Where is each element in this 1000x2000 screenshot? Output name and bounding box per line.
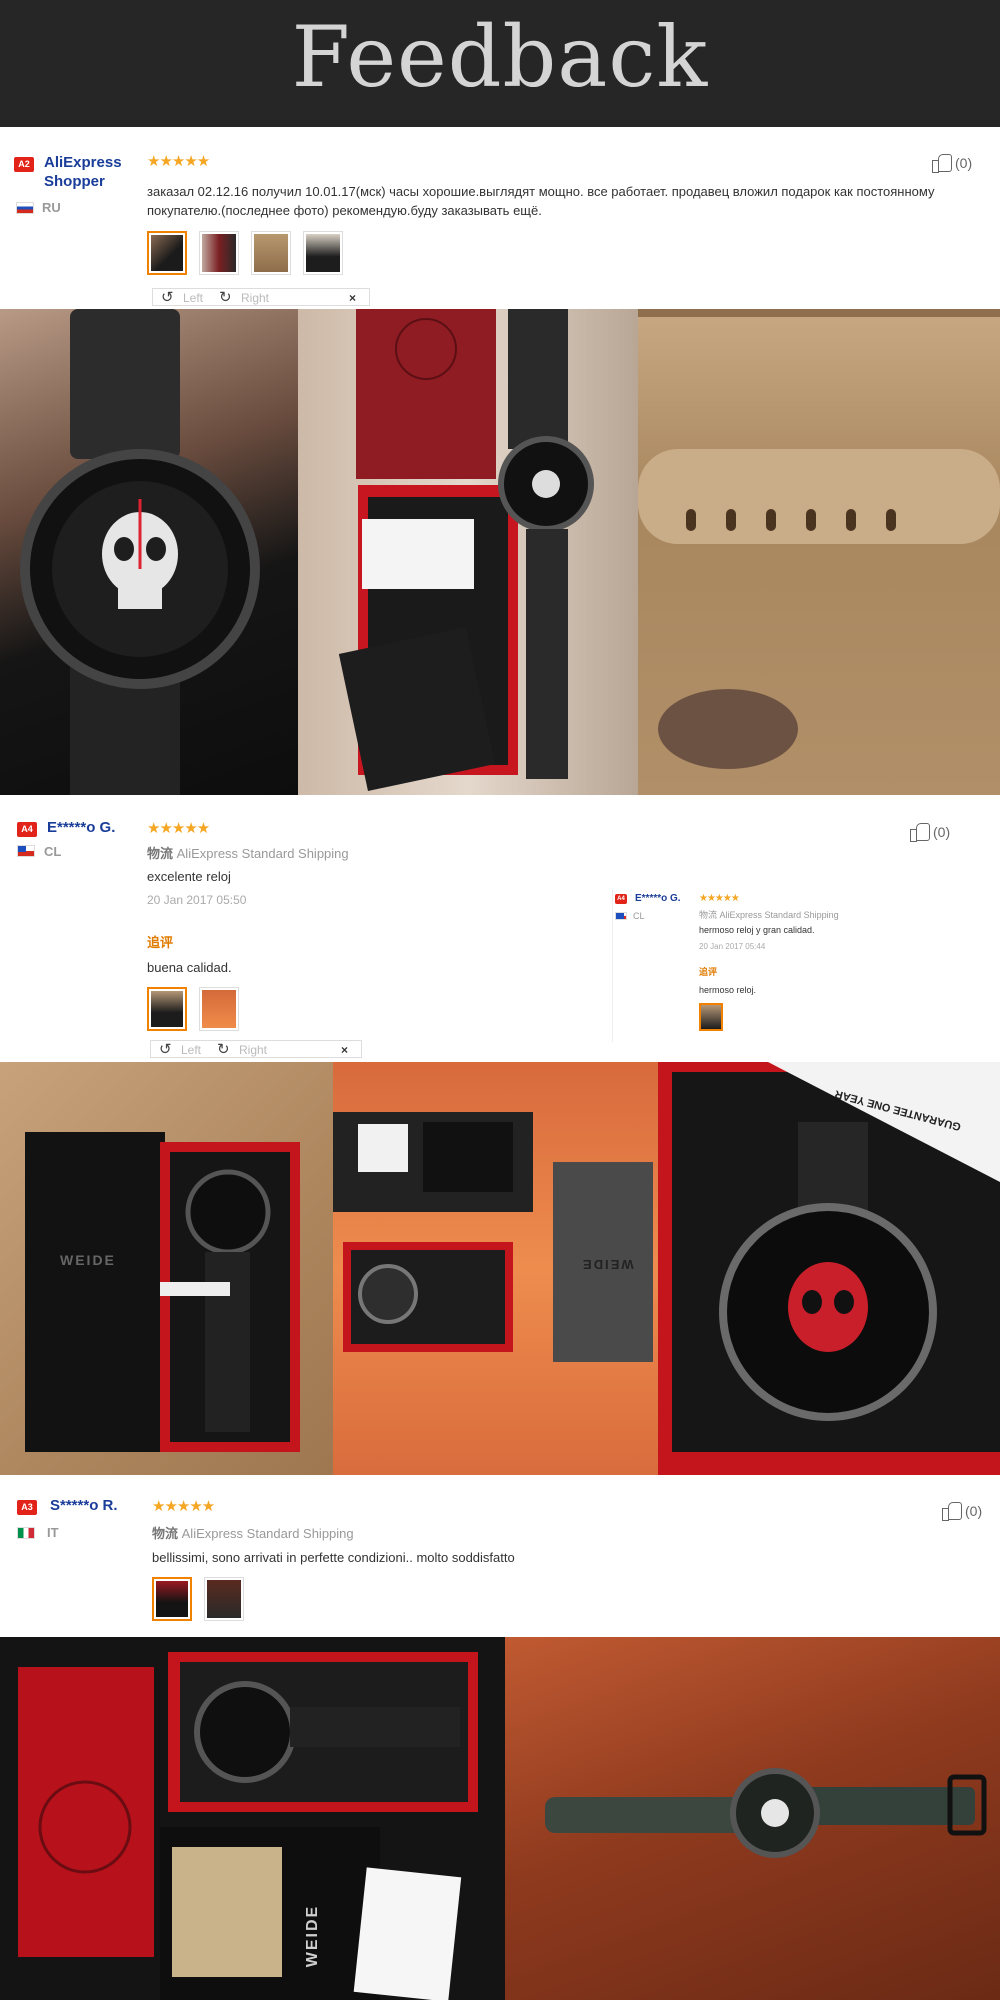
review-1: A2 AliExpress Shopper RU ★★★★★ (0) заказ…	[0, 133, 1000, 309]
thumbs-up-icon	[910, 822, 930, 842]
additional-feedback-text: buena calidad.	[147, 960, 232, 975]
review-text: excelente reloj	[147, 869, 231, 884]
additional-feedback-label: 追评	[699, 967, 718, 977]
review-photo-red-skull-watch: GUARANTEE ONE YEAR	[658, 1062, 1000, 1475]
header-title: Feedback	[291, 8, 709, 106]
review-photo-watch-on-table	[505, 1637, 1000, 2000]
additional-feedback-label: 追评	[147, 935, 174, 950]
box-brand-text: WEIDE	[304, 1904, 322, 1968]
reviewer-name[interactable]: S*****o R.	[50, 1497, 118, 1514]
rotate-left-icon[interactable]: ↺	[161, 288, 174, 306]
photo-thumbnail[interactable]	[251, 231, 291, 275]
logistics-info: 物流 AliExpress Standard Shipping	[699, 908, 839, 921]
country-flag	[17, 845, 35, 857]
rotate-right-icon[interactable]: ↻	[217, 1040, 230, 1058]
level-badge: A4	[17, 822, 37, 837]
rotate-right-label[interactable]: Right	[239, 1043, 267, 1057]
review-text: bellissimi, sono arrivati in perfette co…	[152, 1550, 515, 1565]
thumbs-up-icon	[942, 1501, 962, 1521]
review-photo-watch-in-hand	[0, 309, 298, 795]
helpful-count: (0)	[955, 155, 973, 171]
level-badge: A2	[14, 157, 34, 172]
review-photo-strap	[638, 309, 1000, 795]
logistics-value: AliExpress Standard Shipping	[181, 1526, 354, 1541]
embedded-review-screenshot: A4 E*****o G. CL ★★★★★ 物流 AliExpress Sta…	[612, 890, 1000, 1042]
country-code: RU	[42, 200, 61, 215]
logistics-value: AliExpress Standard Shipping	[176, 846, 349, 861]
reviewer-name: E*****o G.	[635, 893, 681, 904]
logistics-info: 物流 AliExpress Standard Shipping	[147, 843, 349, 862]
rating-stars: ★★★★★	[147, 820, 210, 837]
photo-thumbnails	[147, 231, 343, 275]
photo-thumbnail[interactable]	[199, 987, 239, 1031]
rotate-right-label[interactable]: Right	[241, 291, 269, 305]
rating-stars: ★★★★★	[147, 153, 210, 170]
rotate-right-icon[interactable]: ↻	[219, 288, 232, 306]
photo-thumbnail[interactable]	[147, 231, 187, 275]
box-brand-text: WEIDE	[581, 1257, 634, 1272]
close-icon[interactable]: ×	[349, 291, 356, 305]
helpful-count: (0)	[965, 1503, 983, 1519]
review-photo-box-contents: WEIDE	[333, 1062, 658, 1475]
feedback-header: Feedback	[0, 0, 1000, 127]
helpful-count: (0)	[933, 824, 951, 840]
review-date: 20 Jan 2017 05:44	[699, 942, 766, 951]
photo-thumbnail	[699, 1003, 723, 1031]
rating-stars: ★★★★★	[699, 893, 740, 904]
reviewer-name[interactable]: E*****o G.	[47, 819, 115, 836]
review-photo-box-open: WEIDE	[0, 1062, 333, 1475]
photo-rotate-bar: ↺ Left ↻ Right ×	[152, 288, 370, 306]
review-date: 20 Jan 2017 05:50	[147, 893, 247, 907]
level-badge: A3	[17, 1500, 37, 1515]
additional-feedback-text: hermoso reloj.	[699, 985, 757, 995]
photo-thumbnail[interactable]	[303, 231, 343, 275]
box-brand-text: WEIDE	[60, 1252, 116, 1268]
photo-thumbnail[interactable]	[204, 1577, 244, 1621]
rating-stars: ★★★★★	[152, 1498, 215, 1515]
photo-thumbnail[interactable]	[147, 987, 187, 1031]
review-3: A3 S*****o R. IT ★★★★★ (0) 物流 AliExpress…	[0, 1475, 1000, 1637]
photo-thumbnails	[152, 1577, 244, 1621]
helpful-button[interactable]: (0)	[932, 153, 973, 173]
level-badge: A4	[615, 894, 627, 904]
watch-illustration	[545, 1768, 987, 1858]
country-code: IT	[47, 1525, 59, 1540]
box-illustration	[25, 1132, 300, 1452]
rotate-left-icon[interactable]: ↺	[159, 1040, 172, 1058]
logistics-label: 物流	[699, 910, 718, 920]
helpful-button[interactable]: (0)	[910, 822, 951, 842]
photo-thumbnail[interactable]	[199, 231, 239, 275]
country-code: CL	[44, 844, 62, 859]
review-photo-gift-box	[298, 309, 638, 795]
review-text: заказал 02.12.16 получил 10.01.17(мск) ч…	[147, 184, 935, 218]
rotate-left-label[interactable]: Left	[181, 1043, 201, 1057]
logistics-info: 物流 AliExpress Standard Shipping	[152, 1523, 354, 1542]
country-flag	[17, 1527, 35, 1539]
box-illustration	[338, 309, 594, 791]
logistics-value: AliExpress Standard Shipping	[719, 910, 839, 920]
photo-rotate-bar: ↺ Left ↻ Right ×	[150, 1040, 362, 1058]
close-icon[interactable]: ×	[341, 1043, 348, 1057]
logistics-label: 物流	[152, 1526, 179, 1541]
country-flag	[615, 912, 627, 920]
logistics-label: 物流	[147, 846, 174, 861]
review-text: hermoso reloj y gran calidad.	[699, 925, 815, 935]
review-photo-box-set: WEIDE	[0, 1637, 505, 2000]
watch-illustration	[20, 309, 260, 795]
strap-illustration	[638, 309, 1000, 769]
country-code: CL	[633, 911, 645, 921]
thumbs-up-icon	[932, 153, 952, 173]
country-flag	[16, 202, 34, 214]
photo-thumbnail[interactable]	[152, 1577, 192, 1621]
rotate-left-label[interactable]: Left	[183, 291, 203, 305]
photo-thumbnails	[147, 987, 239, 1031]
reviewer-name[interactable]: AliExpress Shopper	[44, 153, 134, 191]
helpful-button[interactable]: (0)	[942, 1501, 983, 1521]
box-illustration	[18, 1652, 478, 2000]
